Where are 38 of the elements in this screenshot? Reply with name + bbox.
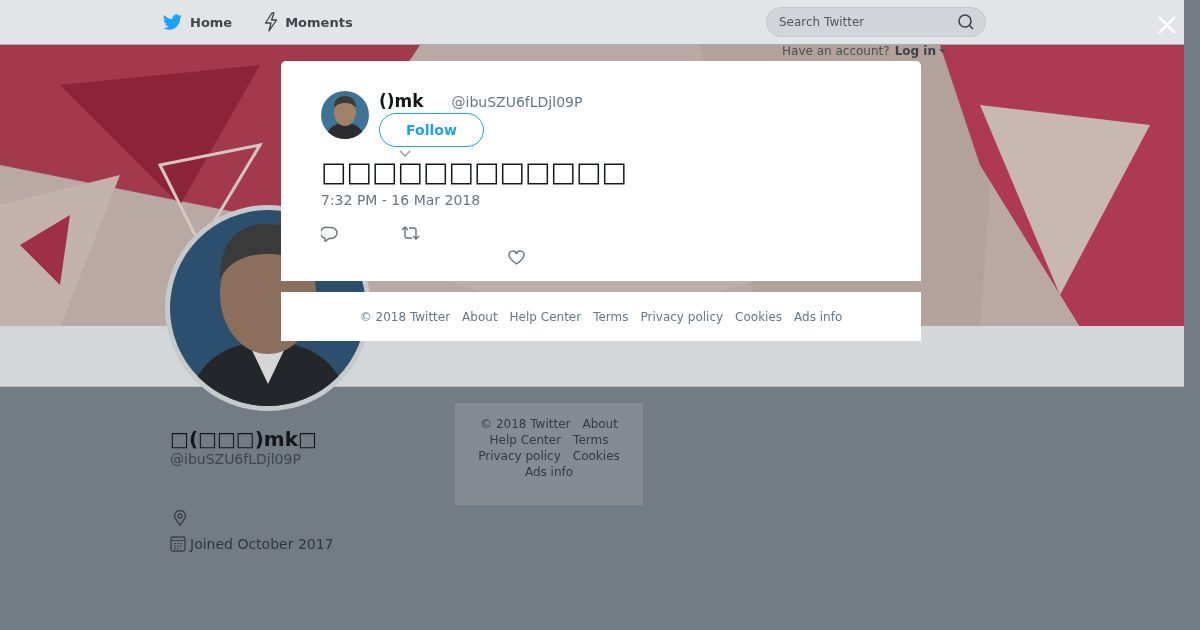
copyright-text: © 2018 Twitter: [480, 417, 571, 431]
login-prompt: Have an account?: [782, 44, 890, 58]
tweet-text: □□□□□□□□□□□□: [321, 158, 628, 186]
search-field[interactable]: Search Twitter: [766, 7, 986, 37]
footer-link[interactable]: About: [582, 417, 618, 431]
footer-link[interactable]: Ads info: [524, 465, 574, 479]
footer-link[interactable]: Cookies: [572, 449, 620, 463]
heart-icon[interactable]: [508, 250, 525, 265]
bird-icon: [163, 13, 183, 31]
follow-button[interactable]: Follow: [379, 113, 484, 147]
footer-link[interactable]: Ads info: [794, 309, 843, 324]
location-icon: [173, 510, 187, 526]
copyright-text: © 2018 Twitter: [359, 309, 451, 324]
footer-link[interactable]: Terms: [593, 309, 629, 324]
reply-icon[interactable]: [321, 226, 338, 242]
user-name: ()mk: [379, 91, 424, 111]
search-icon: [957, 13, 975, 31]
calendar-icon: [170, 535, 186, 552]
user-handle: @ibuSZU6fLDjl09P: [451, 94, 583, 110]
lightning-icon: [264, 12, 279, 32]
footer-link[interactable]: Help Center: [509, 309, 582, 324]
avatar: [321, 91, 369, 139]
tweet-timestamp: 7:32 PM - 16 Mar 2018: [321, 192, 482, 208]
display-name: □(□□□)mk□: [169, 426, 318, 453]
login-link[interactable]: Log in: [894, 44, 936, 58]
footer-link[interactable]: Cookies: [735, 309, 783, 324]
footer-link[interactable]: Terms: [573, 433, 609, 447]
caret-icon: [399, 150, 411, 157]
nav-link[interactable]: Home: [163, 13, 233, 31]
footer-link[interactable]: Privacy policy: [478, 449, 561, 463]
retweet-icon[interactable]: [401, 226, 420, 240]
user-handle: @ibuSZU6fLDjl09P: [170, 451, 300, 467]
footer-link[interactable]: Privacy policy: [640, 309, 724, 324]
nav-link[interactable]: Moments: [264, 12, 353, 32]
footer-link[interactable]: Help Center: [489, 433, 562, 447]
joined-date: Joined October 2017: [190, 535, 334, 552]
footer-link[interactable]: About: [462, 309, 498, 324]
caret-icon: [938, 49, 946, 53]
